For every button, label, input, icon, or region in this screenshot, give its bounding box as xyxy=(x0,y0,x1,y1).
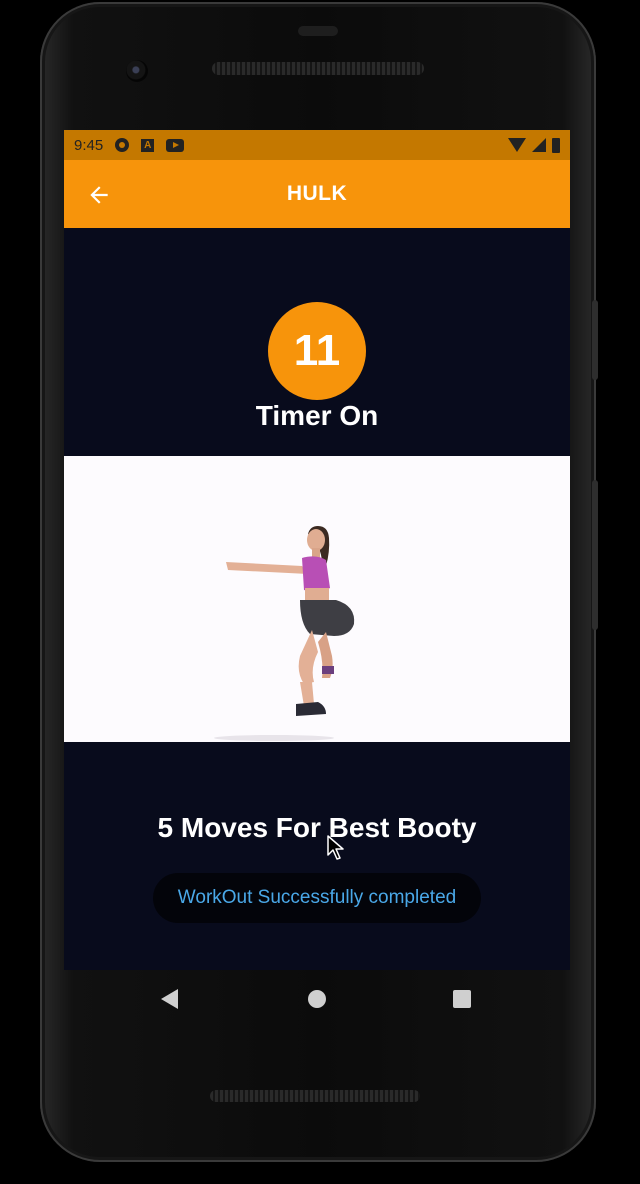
battery-icon xyxy=(552,137,560,153)
status-right-icons xyxy=(508,137,560,153)
triangle-back-icon[interactable] xyxy=(161,989,178,1009)
bottom-speaker-grille xyxy=(210,1090,420,1102)
woman-squat-illustration xyxy=(214,526,355,741)
circle-home-icon[interactable] xyxy=(308,990,326,1008)
timer-count: 11 xyxy=(293,326,341,375)
timer-status-label: Timer On xyxy=(255,400,379,431)
top-speaker-grille xyxy=(212,62,424,75)
square-recents-icon[interactable] xyxy=(453,990,471,1008)
volume-button xyxy=(592,480,598,630)
completion-text: WorkOut Successfully completed xyxy=(177,887,457,908)
status-time: 9:45 xyxy=(74,136,104,154)
youtube-icon xyxy=(166,138,185,152)
app-screen: 9:45 A HULK 11 Timer On 5 Moves For Best… xyxy=(64,130,570,970)
workout-title: 5 Moves For Best Booty xyxy=(157,812,477,843)
status-bar: 9:45 A xyxy=(64,130,570,160)
timer-count-badge: 11 xyxy=(268,302,366,400)
exercise-image xyxy=(64,456,570,742)
completion-message[interactable]: WorkOut Successfully completed xyxy=(153,873,481,923)
app-bar: HULK xyxy=(64,160,570,228)
page-title: HULK xyxy=(286,182,348,205)
settings-gear-icon xyxy=(115,138,130,152)
mouse-pointer-icon xyxy=(327,835,344,860)
cell-signal-icon xyxy=(532,138,546,152)
earpiece xyxy=(298,26,338,36)
wifi-icon xyxy=(508,138,526,152)
front-camera xyxy=(126,60,148,82)
power-button xyxy=(592,300,598,380)
accessibility-a-icon: A xyxy=(141,138,155,152)
device-frame: 9:45 A HULK 11 Timer On 5 Moves For Best… xyxy=(0,0,640,1184)
arrow-left-icon[interactable] xyxy=(86,182,112,208)
